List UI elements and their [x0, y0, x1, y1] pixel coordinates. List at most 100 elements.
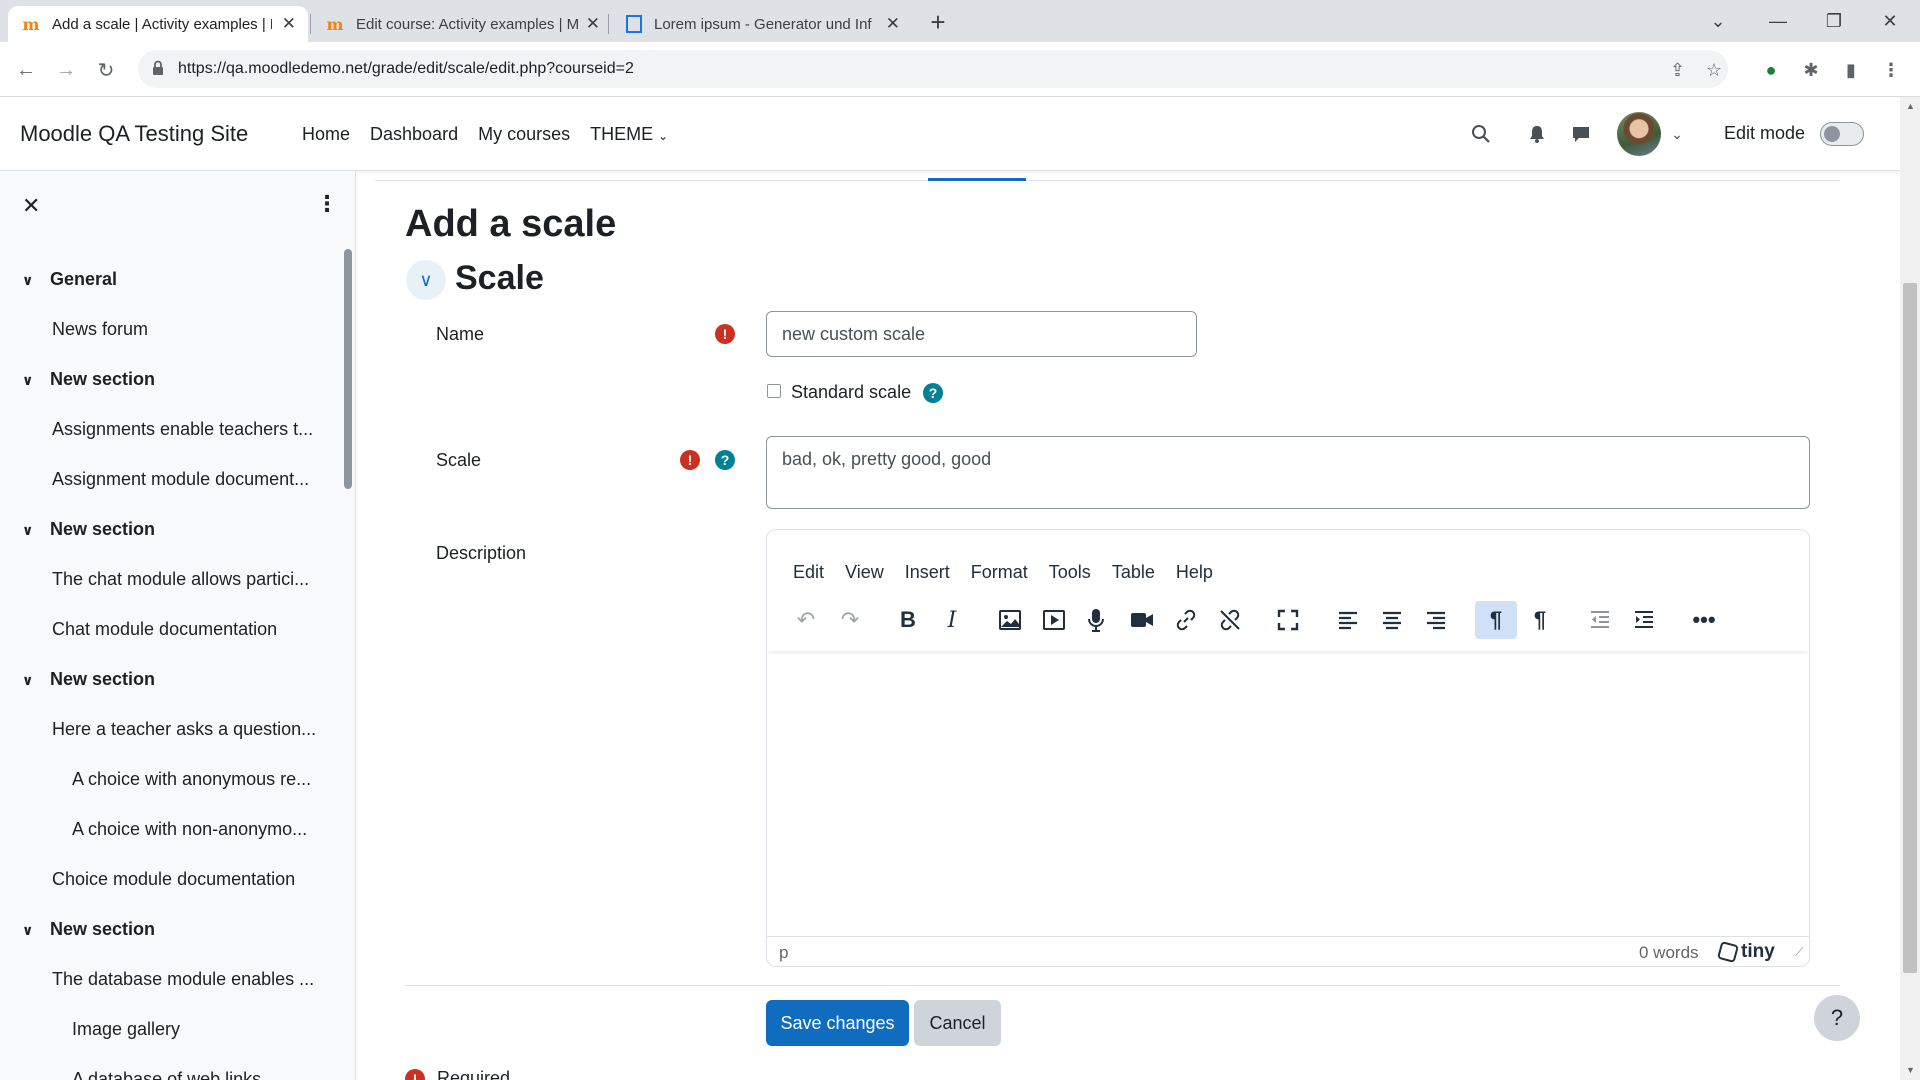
search-icon[interactable]	[1466, 119, 1496, 149]
course-index-activity[interactable]: Here a teacher asks a question...	[52, 719, 316, 740]
media-icon[interactable]	[1033, 601, 1075, 639]
back-arrow-icon[interactable]: ←	[12, 56, 40, 84]
course-index-activity[interactable]: A choice with non-anonymo...	[72, 819, 307, 840]
close-tab-icon[interactable]: ✕	[586, 14, 600, 34]
fullscreen-icon[interactable]	[1267, 601, 1309, 639]
window-close-icon[interactable]: ✕	[1862, 0, 1918, 42]
course-index-activity[interactable]: News forum	[52, 319, 148, 340]
more-options-icon[interactable]: •••	[1683, 601, 1725, 639]
extension-shield-icon[interactable]: ●	[1758, 57, 1784, 83]
minimize-icon[interactable]: —	[1750, 0, 1806, 42]
scale-textarea[interactable]: bad, ok, pretty good, good	[766, 436, 1810, 509]
page-scrollbar[interactable]: ▲ ▼	[1900, 97, 1920, 1080]
editor-resize-handle[interactable]: ⟋	[1795, 945, 1803, 960]
link-icon[interactable]	[1165, 601, 1207, 639]
redo-icon[interactable]: ↷	[829, 601, 871, 639]
browser-tab-lorem[interactable]: Lorem ipsum - Generator und Inf ✕	[612, 6, 912, 42]
course-index-section[interactable]: ∨ General	[22, 269, 117, 290]
extensions-puzzle-icon[interactable]: ✱	[1798, 57, 1824, 83]
browser-tab-add-scale[interactable]: m Add a scale | Activity examples | M ✕	[8, 6, 308, 42]
align-left-icon[interactable]	[1327, 601, 1369, 639]
menu-format[interactable]: Format	[971, 562, 1028, 583]
menu-insert[interactable]: Insert	[905, 562, 950, 583]
avatar[interactable]	[1617, 112, 1661, 156]
ltr-direction-icon[interactable]: ¶	[1475, 601, 1517, 639]
course-index-activity[interactable]: The chat module allows partici...	[52, 569, 309, 590]
course-index-section[interactable]: ∨ New section	[22, 369, 155, 390]
course-index-section[interactable]: ∨ New section	[22, 669, 155, 690]
help-icon[interactable]: ?	[923, 383, 943, 403]
nav-theme[interactable]: THEME ⌄	[590, 124, 668, 145]
collapse-section-button[interactable]: ∨	[406, 260, 446, 300]
drawer-scrollbar[interactable]	[344, 249, 352, 489]
user-menu-chevron-icon[interactable]: ⌄	[1662, 119, 1692, 149]
image-icon[interactable]	[989, 601, 1031, 639]
course-index-activity[interactable]: Choice module documentation	[52, 869, 295, 890]
tiny-logo[interactable]: tiny	[1716, 940, 1775, 964]
align-center-icon[interactable]	[1371, 601, 1413, 639]
required-icon: !	[405, 1068, 425, 1080]
bold-icon[interactable]: B	[887, 601, 929, 639]
site-name[interactable]: Moodle QA Testing Site	[20, 121, 248, 147]
restore-icon[interactable]: ❐	[1806, 0, 1862, 42]
menu-view[interactable]: View	[845, 562, 884, 583]
unlink-icon[interactable]	[1209, 601, 1251, 639]
help-icon[interactable]: ?	[715, 450, 735, 470]
standard-scale-checkbox[interactable]	[767, 384, 781, 398]
course-index-activity[interactable]: A database of web links	[72, 1069, 261, 1080]
course-index-section[interactable]: ∨ New section	[22, 519, 155, 540]
element-path[interactable]: p	[779, 943, 788, 963]
tab-search-icon[interactable]: ⌄	[1690, 0, 1746, 42]
menu-help[interactable]: Help	[1176, 562, 1213, 583]
nav-dashboard[interactable]: Dashboard	[370, 124, 458, 145]
footer-help-button[interactable]: ?	[1814, 995, 1860, 1041]
nav-home[interactable]: Home	[302, 124, 350, 145]
course-index-activity[interactable]: Image gallery	[72, 1019, 180, 1040]
notifications-bell-icon[interactable]	[1522, 119, 1552, 149]
course-index-activity[interactable]: Assignment module document...	[52, 469, 309, 490]
video-camera-icon[interactable]	[1121, 601, 1163, 639]
menu-table[interactable]: Table	[1112, 562, 1155, 583]
rtl-direction-icon[interactable]: ¶	[1519, 601, 1561, 639]
forward-arrow-icon[interactable]: →	[52, 56, 80, 84]
editor-content-area[interactable]	[767, 651, 1809, 936]
undo-icon[interactable]: ↶	[785, 601, 827, 639]
tab-title: Edit course: Activity examples | M	[356, 15, 578, 33]
course-index-drawer: ✕ ⋮ ∨ General News forum ∨ New section Ass…	[0, 171, 356, 1080]
menu-edit[interactable]: Edit	[793, 562, 824, 583]
name-input[interactable]	[766, 311, 1197, 357]
word-count[interactable]: 0 words	[1639, 943, 1699, 963]
edit-mode-toggle[interactable]	[1820, 122, 1864, 146]
menu-tools[interactable]: Tools	[1049, 562, 1091, 583]
browser-menu-icon[interactable]: ⋮	[1878, 57, 1904, 83]
bookmark-star-icon[interactable]: ☆	[1706, 60, 1722, 81]
nav-my-courses[interactable]: My courses	[478, 124, 570, 145]
scroll-down-icon[interactable]: ▼	[1906, 1065, 1915, 1075]
close-drawer-icon[interactable]: ✕	[22, 193, 40, 219]
microphone-icon[interactable]	[1075, 601, 1117, 639]
standard-scale-label: Standard scale	[791, 382, 912, 402]
kebab-menu-icon[interactable]: ⋮	[316, 191, 338, 217]
close-tab-icon[interactable]: ✕	[282, 14, 296, 34]
scroll-up-icon[interactable]: ▲	[1906, 101, 1915, 111]
italic-icon[interactable]: I	[931, 601, 973, 639]
scrollbar-thumb[interactable]	[1903, 283, 1917, 973]
course-index-activity[interactable]: Chat module documentation	[52, 619, 277, 640]
browser-tab-edit-course[interactable]: m Edit course: Activity examples | M ✕	[312, 6, 612, 42]
share-icon[interactable]: ⇪	[1670, 60, 1685, 81]
new-tab-button[interactable]: +	[924, 7, 952, 37]
close-tab-icon[interactable]: ✕	[886, 14, 900, 34]
url-field[interactable]: https://qa.moodledemo.net/grade/edit/sca…	[138, 50, 1728, 88]
align-right-icon[interactable]	[1415, 601, 1457, 639]
outdent-icon[interactable]	[1579, 601, 1621, 639]
side-panel-icon[interactable]: ▮	[1838, 57, 1864, 83]
course-index-section[interactable]: ∨ New section	[22, 919, 155, 940]
reload-icon[interactable]: ↻	[92, 56, 120, 84]
save-button[interactable]: Save changes	[766, 1000, 909, 1046]
cancel-button[interactable]: Cancel	[914, 1000, 1001, 1046]
course-index-activity[interactable]: The database module enables ...	[52, 969, 314, 990]
indent-icon[interactable]	[1623, 601, 1665, 639]
messages-icon[interactable]	[1566, 119, 1596, 149]
course-index-activity[interactable]: Assignments enable teachers t...	[52, 419, 313, 440]
course-index-activity[interactable]: A choice with anonymous re...	[72, 769, 311, 790]
